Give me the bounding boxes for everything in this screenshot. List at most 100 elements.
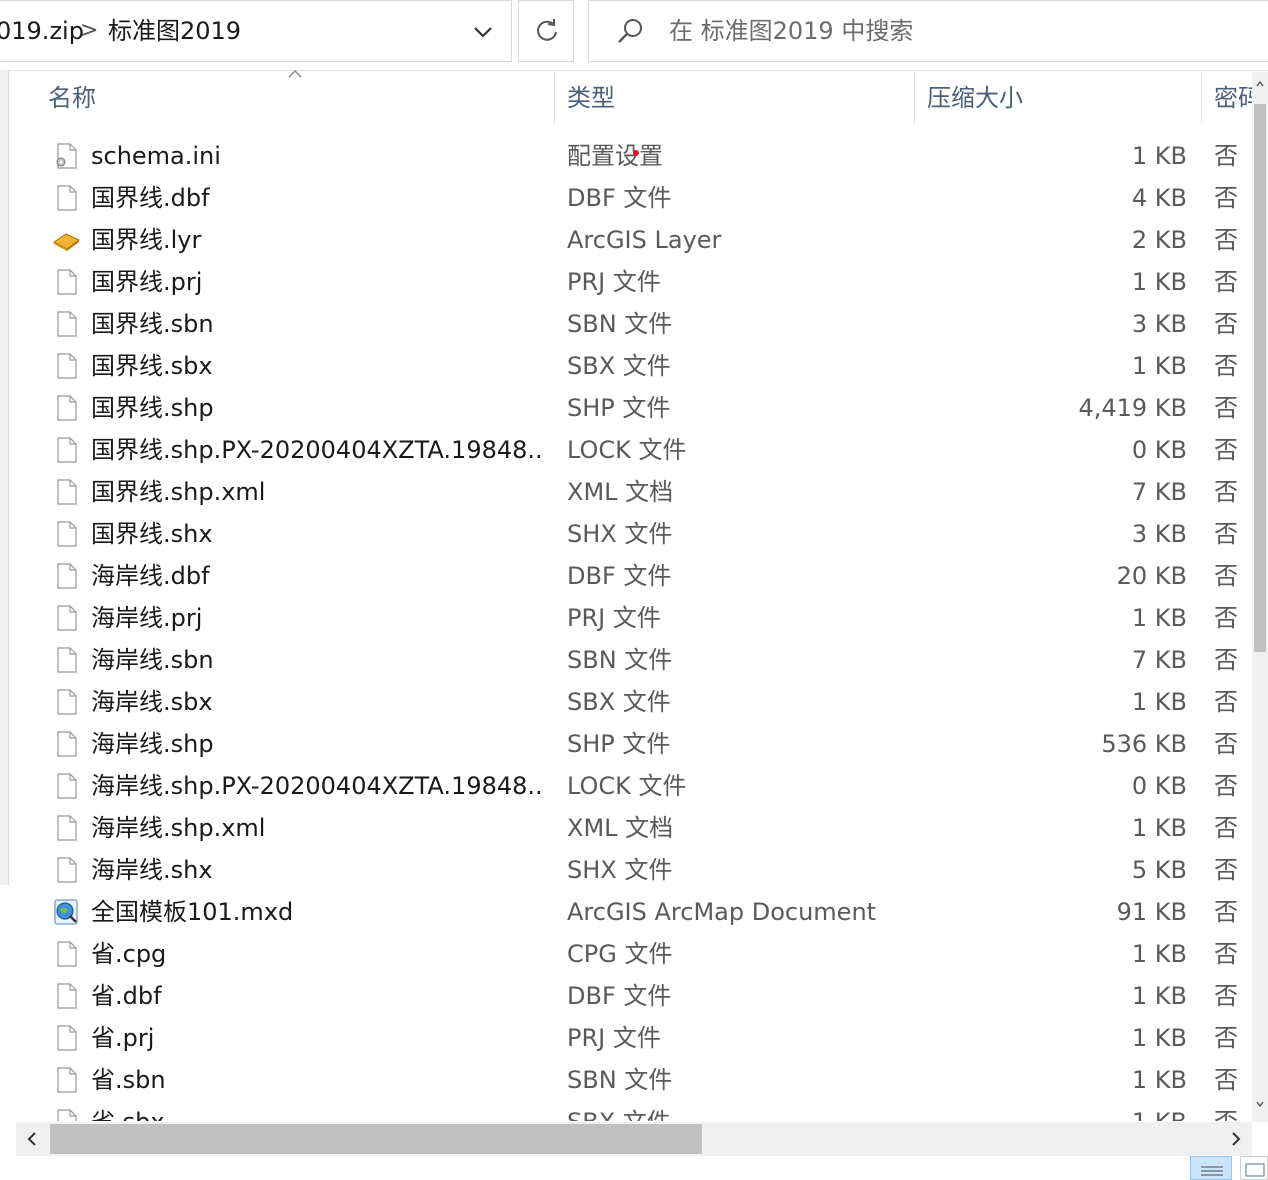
breadcrumb-zip[interactable]: 019.zip (0, 15, 84, 47)
file-password-protected: 否 (1214, 184, 1238, 212)
column-header-type[interactable]: 类型 (567, 72, 907, 124)
file-name: 国界线.shx (91, 520, 213, 548)
file-icon (52, 856, 80, 884)
file-row[interactable]: 海岸线.dbf DBF 文件 20 KB 否 (0, 555, 1252, 597)
file-password-protected: 否 (1214, 310, 1238, 338)
file-compressed-size: 3 KB (1131, 310, 1187, 338)
file-row[interactable]: 国界线.shx SHX 文件 3 KB 否 (0, 513, 1252, 555)
column-separator[interactable] (1201, 72, 1202, 124)
file-row[interactable]: 国界线.shp.PX-20200404XZTA.19848.... LOCK 文… (0, 429, 1252, 471)
file-password-protected: 否 (1214, 226, 1238, 254)
large-icons-view-icon (1245, 1163, 1265, 1177)
column-separator[interactable] (554, 72, 555, 124)
scroll-left-icon[interactable] (24, 1130, 40, 1148)
file-type: SBX 文件 (567, 1101, 907, 1121)
file-name: 省.prj (91, 1024, 155, 1052)
file-row[interactable]: 全国模板101.mxd ArcGIS ArcMap Document 91 KB… (0, 891, 1252, 933)
file-name: 海岸线.dbf (91, 562, 210, 590)
file-row[interactable]: schema.ini 配置设置 1 KB 否 (0, 135, 1252, 177)
file-compressed-size: 0 KB (1131, 772, 1187, 800)
address-bar[interactable]: 019.zip > 标准图2019 (0, 0, 512, 62)
file-compressed-size: 4 KB (1131, 184, 1187, 212)
file-row[interactable]: 海岸线.sbn SBN 文件 7 KB 否 (0, 639, 1252, 681)
scroll-down-icon[interactable] (1256, 1100, 1264, 1108)
file-name: schema.ini (91, 142, 221, 170)
file-icon (52, 772, 80, 800)
file-row[interactable]: 国界线.shp.xml XML 文档 7 KB 否 (0, 471, 1252, 513)
file-name: 海岸线.shx (91, 856, 213, 884)
file-compressed-size: 1 KB (1131, 352, 1187, 380)
file-row[interactable]: 国界线.dbf DBF 文件 4 KB 否 (0, 177, 1252, 219)
file-password-protected: 否 (1214, 520, 1238, 548)
file-type: DBF 文件 (567, 184, 672, 212)
file-type: SHP 文件 (567, 730, 671, 758)
file-type: DBF 文件 (567, 562, 672, 590)
file-row[interactable]: 省.prj PRJ 文件 1 KB 否 (0, 1017, 1252, 1059)
large-icons-view-button[interactable] (1240, 1156, 1268, 1180)
file-row[interactable]: 国界线.sbx SBX 文件 1 KB 否 (0, 345, 1252, 387)
file-row[interactable]: 海岸线.shp.PX-20200404XZTA.19848.... LOCK 文… (0, 765, 1252, 807)
file-row[interactable]: 海岸线.sbx SBX 文件 1 KB 否 (0, 681, 1252, 723)
search-input[interactable]: 在 标准图2019 中搜索 (669, 15, 913, 47)
file-type: LOCK 文件 (567, 436, 687, 464)
chevron-down-icon[interactable] (466, 15, 500, 49)
file-name: 国界线.dbf (91, 184, 210, 212)
file-icon (52, 562, 80, 590)
file-password-protected: 否 (1214, 940, 1238, 968)
file-password-protected: 否 (1214, 478, 1238, 506)
file-name: 海岸线.shp.PX-20200404XZTA.19848.... (91, 772, 541, 800)
file-icon (52, 478, 80, 506)
file-name: 国界线.sbx (91, 352, 213, 380)
file-compressed-size: 1 KB (1131, 982, 1187, 1010)
file-type: SHP 文件 (567, 394, 671, 422)
scroll-right-icon[interactable] (1228, 1130, 1244, 1148)
column-header-name[interactable]: 名称 (48, 72, 548, 124)
file-name: 国界线.sbn (91, 310, 214, 338)
file-password-protected: 否 (1214, 814, 1238, 842)
file-row[interactable]: 海岸线.shp.xml XML 文档 1 KB 否 (0, 807, 1252, 849)
search-box[interactable]: 在 标准图2019 中搜索 (588, 0, 1268, 62)
file-row[interactable]: 国界线.lyr ArcGIS Layer 2 KB 否 (0, 219, 1252, 261)
column-header-compressed-size[interactable]: 压缩大小 (927, 72, 1197, 124)
breadcrumb-current-folder[interactable]: 标准图2019 (108, 15, 241, 47)
file-icon (52, 1108, 80, 1121)
file-password-protected: 否 (1214, 688, 1238, 716)
file-type: XML 文档 (567, 814, 674, 842)
file-compressed-size: 2 KB (1131, 226, 1187, 254)
scroll-up-icon[interactable] (1256, 80, 1264, 88)
file-compressed-size: 5 KB (1131, 856, 1187, 884)
file-row[interactable]: 省.sbx SBX 文件 1 KB 否 (0, 1101, 1252, 1121)
column-header-password[interactable]: 密码 (1214, 72, 1252, 124)
horizontal-scroll-thumb[interactable] (50, 1124, 702, 1154)
file-row[interactable]: 国界线.prj PRJ 文件 1 KB 否 (0, 261, 1252, 303)
column-separator[interactable] (914, 72, 915, 124)
file-icon (52, 604, 80, 632)
file-compressed-size: 3 KB (1131, 520, 1187, 548)
file-compressed-size: 536 KB (1101, 730, 1187, 758)
file-name: 国界线.shp (91, 394, 214, 422)
vertical-scroll-thumb[interactable] (1254, 104, 1266, 652)
file-icon (52, 1024, 80, 1052)
file-password-protected: 否 (1214, 142, 1238, 170)
refresh-button[interactable] (518, 0, 574, 62)
breadcrumb-chevron-icon: > (80, 18, 99, 43)
settings-file-icon (52, 142, 80, 170)
file-password-protected: 否 (1214, 646, 1238, 674)
file-row[interactable]: 国界线.shp SHP 文件 4,419 KB 否 (0, 387, 1252, 429)
file-row[interactable]: 省.dbf DBF 文件 1 KB 否 (0, 975, 1252, 1017)
file-row[interactable]: 海岸线.prj PRJ 文件 1 KB 否 (0, 597, 1252, 639)
file-row[interactable]: 海岸线.shp SHP 文件 536 KB 否 (0, 723, 1252, 765)
file-name: 国界线.shp.PX-20200404XZTA.19848.... (91, 436, 541, 464)
file-row[interactable]: 海岸线.shx SHX 文件 5 KB 否 (0, 849, 1252, 891)
file-compressed-size: 4,419 KB (1078, 394, 1187, 422)
file-type: SHX 文件 (567, 520, 673, 548)
file-row[interactable]: 省.sbn SBN 文件 1 KB 否 (0, 1059, 1252, 1101)
file-name: 国界线.lyr (91, 226, 202, 254)
details-view-button[interactable] (1190, 1156, 1232, 1180)
file-compressed-size: 1 KB (1131, 814, 1187, 842)
file-row[interactable]: 国界线.sbn SBN 文件 3 KB 否 (0, 303, 1252, 345)
file-type: PRJ 文件 (567, 268, 661, 296)
file-row[interactable]: 省.cpg CPG 文件 1 KB 否 (0, 933, 1252, 975)
file-password-protected: 否 (1214, 898, 1238, 926)
file-name: 海岸线.sbx (91, 688, 213, 716)
